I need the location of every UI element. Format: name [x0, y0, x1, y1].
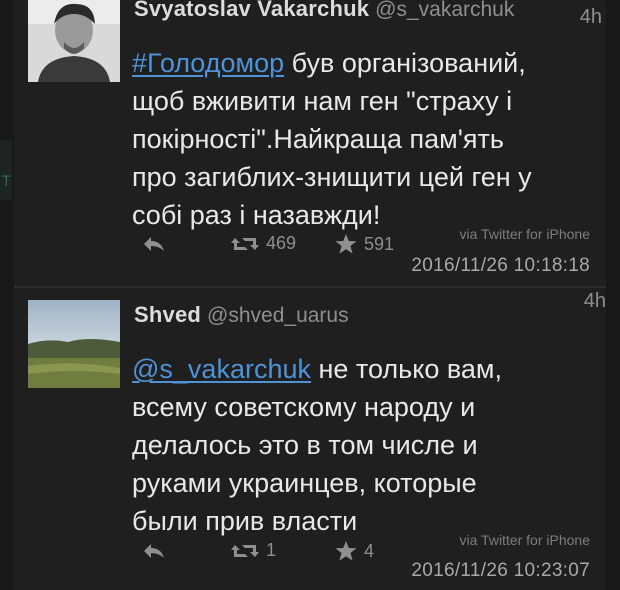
tweet-text-fragment: не только вам, [310, 354, 502, 384]
reply-icon [144, 544, 164, 558]
star-icon [335, 541, 357, 561]
favorite-button[interactable]: 4 [334, 540, 374, 562]
background-panel: T [0, 140, 12, 200]
star-icon [335, 234, 357, 254]
reply-icon [144, 237, 164, 251]
tweet-text-line: покірності".Найкраща пам'ять [132, 124, 504, 154]
retweet-icon [231, 237, 259, 250]
favorite-button[interactable]: 591 [334, 233, 394, 255]
avatar[interactable] [28, 300, 120, 388]
tweet-text: @s_vakarchuk не только вам, всему советс… [132, 350, 600, 540]
author-handle[interactable]: @s_vakarchuk [375, 0, 514, 21]
retweet-button[interactable]: 1 [230, 540, 276, 561]
avatar[interactable] [28, 0, 120, 82]
mention-link[interactable]: @s_vakarchuk [132, 354, 311, 384]
timeline[interactable]: Svyatoslav Vakarchuk @s_vakarchuk 4h #Гол… [14, 0, 606, 590]
twitter-screen: T Svyatoslav Vakarchuk@s_vakarchuk 4h # [0, 0, 620, 590]
tweet-text-line: про загиблих-знищити цей ген у [132, 162, 532, 192]
timestamp: 2016/11/26 10:18:18 [411, 255, 590, 276]
tweet-text-line: всему советскому народу и [132, 392, 476, 422]
reply-button[interactable] [142, 542, 166, 560]
author-row: Shved @shved_uarus [134, 302, 594, 334]
tweet-text-line: делалось это в том числе и [132, 430, 478, 460]
author-name[interactable]: Svyatoslav Vakarchuk [134, 0, 369, 21]
favorite-count: 4 [364, 540, 375, 561]
tweet-text: #Голодомор був організований, щоб вживит… [132, 44, 600, 234]
author-handle[interactable]: @shved_uarus [207, 304, 349, 327]
tweet-text-line: @s_vakarchuk не только вам, [132, 350, 600, 388]
background-glyph: T [2, 174, 11, 190]
retweet-icon [231, 544, 259, 557]
retweet-count: 469 [266, 233, 297, 253]
tweet[interactable]: Svyatoslav Vakarchuk @s_vakarchuk 4h #Гол… [14, 0, 606, 287]
tweet-age: 4h [579, 6, 602, 28]
tweet-age: 4h [583, 290, 606, 312]
tweet-text-line: руками украинцев, которые [132, 468, 477, 498]
author-name[interactable]: Shved [134, 302, 201, 327]
reply-button[interactable] [142, 235, 166, 253]
tweet[interactable]: Shved @shved_uarus 4h @s_vakarchuk не тол… [14, 288, 606, 590]
hashtag-link[interactable]: #Голодомор [132, 48, 284, 78]
tweet-text-line: #Голодомор був організований, [132, 44, 600, 82]
retweet-count: 1 [266, 540, 277, 560]
tweet-text-fragment: був організований, [284, 48, 526, 78]
author-row: Svyatoslav Vakarchuk @s_vakarchuk [134, 0, 594, 28]
timestamp: 2016/11/26 10:23:07 [411, 560, 590, 581]
favorite-count: 591 [364, 233, 395, 254]
tweet-text-line: щоб вживити нам ген "страху і [132, 86, 513, 116]
retweet-button[interactable]: 469 [230, 233, 296, 254]
